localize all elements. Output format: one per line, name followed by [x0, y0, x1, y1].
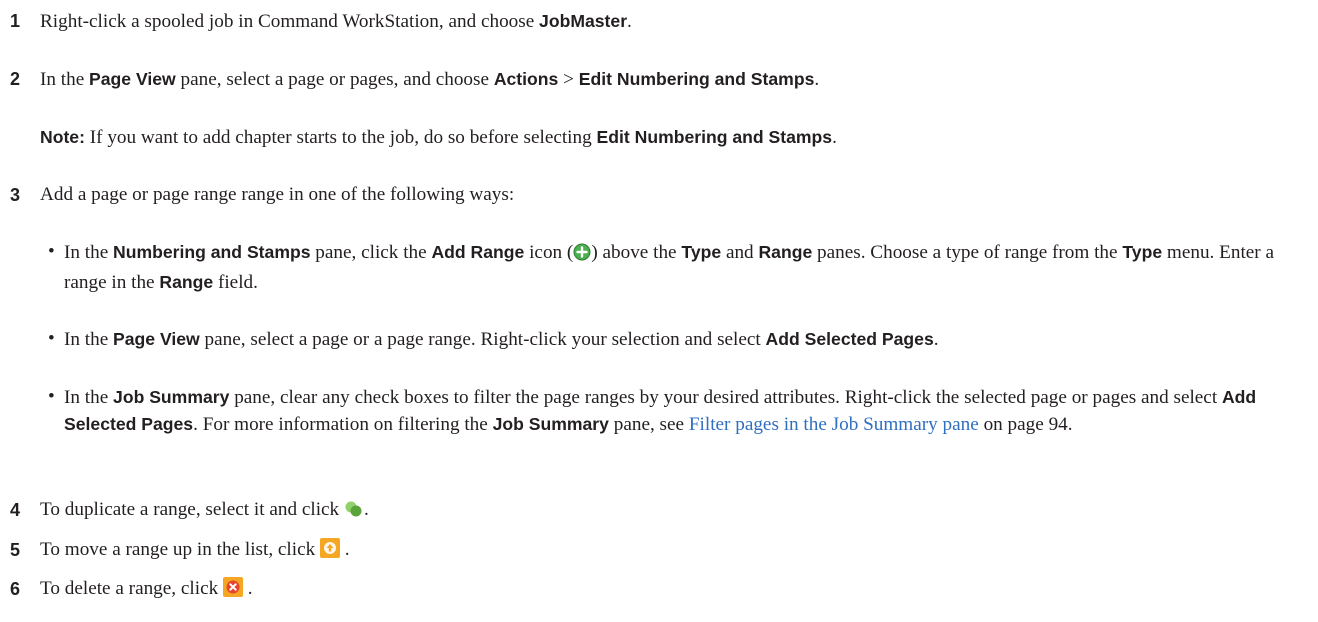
bold-term: JobMaster	[539, 11, 628, 31]
text: In the	[64, 242, 114, 263]
bullet-marker: •	[48, 241, 55, 262]
text: field.	[213, 272, 258, 293]
step-number: 2	[10, 69, 21, 89]
duplicate-icon	[344, 500, 364, 526]
cross-reference-link[interactable]: Filter pages in the Job Summary pane	[689, 414, 979, 435]
step-number: 4	[10, 500, 21, 520]
text: .	[832, 127, 837, 148]
bullet-marker: •	[48, 386, 55, 407]
text: and	[721, 242, 759, 263]
text: .	[814, 69, 820, 90]
text: Right-click a spooled job in Command Wor…	[40, 11, 540, 32]
text: .	[627, 11, 632, 32]
text: >	[558, 69, 579, 90]
step-text: To duplicate a range, select it and clic…	[40, 497, 369, 526]
move-up-icon	[320, 538, 340, 566]
text: pane, clear any check boxes to filter th…	[229, 387, 1222, 408]
text: .	[242, 578, 253, 599]
text: .	[933, 329, 939, 350]
bold-term: Page View	[89, 69, 176, 89]
step-number: 6	[10, 579, 21, 599]
bold-term: Add Range	[431, 242, 525, 262]
text: . For more information on filtering the	[193, 414, 493, 435]
bold-term: Job Summary	[492, 414, 609, 434]
text: ) above the	[591, 242, 682, 263]
step-number: 1	[10, 11, 21, 31]
text: To duplicate a range, select it and clic…	[40, 499, 344, 520]
text: pane, click the	[310, 242, 432, 263]
bold-term: Edit Numbering and Stamps	[596, 127, 833, 147]
delete-icon	[222, 577, 243, 605]
text: To delete a range, click	[40, 578, 223, 599]
step-number: 3	[10, 185, 21, 205]
note: Note: If you want to add chapter starts …	[40, 124, 837, 151]
bold-term: Actions	[493, 69, 559, 89]
bold-term: Page View	[113, 329, 200, 349]
bold-term: Edit Numbering and Stamps	[578, 69, 815, 89]
bold-term: Numbering and Stamps	[113, 242, 311, 262]
step-text: Right-click a spooled job in Command Wor…	[40, 8, 632, 35]
text: pane, select a page or pages, and choose	[175, 69, 494, 90]
text: In the	[40, 69, 90, 90]
bullet-text: In the Job Summary pane, clear any check…	[64, 384, 1310, 438]
text: panes. Choose a type of range from the	[812, 242, 1123, 263]
note-label: Note:	[40, 127, 85, 147]
text: .	[363, 499, 369, 520]
bold-term: Add Selected Pages	[765, 329, 934, 349]
bullet-item: • In the Job Summary pane, clear any che…	[48, 384, 1310, 438]
text: pane, select a page or a page range. Rig…	[199, 329, 766, 350]
bullet-marker: •	[48, 328, 55, 349]
bold-term: Range	[758, 242, 813, 262]
step-text: To move a range up in the list, click .	[40, 537, 350, 566]
bold-term: Job Summary	[113, 387, 230, 407]
bullet-item: • In the Numbering and Stamps pane, clic…	[48, 239, 1310, 296]
bullet-text: In the Numbering and Stamps pane, click …	[64, 239, 1310, 296]
bullet-item: • In the Page View pane, select a page o…	[48, 326, 1310, 353]
text: pane, see	[608, 414, 689, 435]
bullet-text: In the Page View pane, select a page or …	[64, 326, 1310, 353]
text: on page 94.	[978, 414, 1073, 435]
step-text: In the Page View pane, select a page or …	[40, 66, 819, 93]
text: .	[340, 539, 350, 560]
text: icon (	[524, 242, 574, 263]
step-text: Add a page or page range range in one of…	[40, 184, 515, 205]
bold-term: Range	[159, 272, 214, 292]
text: In the	[64, 329, 114, 350]
text: To move a range up in the list, click	[40, 539, 320, 560]
add-range-icon	[573, 243, 591, 269]
step-text: To delete a range, click .	[40, 576, 253, 605]
text: In the	[64, 387, 114, 408]
bold-term: Type	[681, 242, 722, 262]
step-number: 5	[10, 540, 21, 560]
bold-term: Type	[1122, 242, 1163, 262]
text: If you want to add chapter starts to the…	[84, 127, 597, 148]
